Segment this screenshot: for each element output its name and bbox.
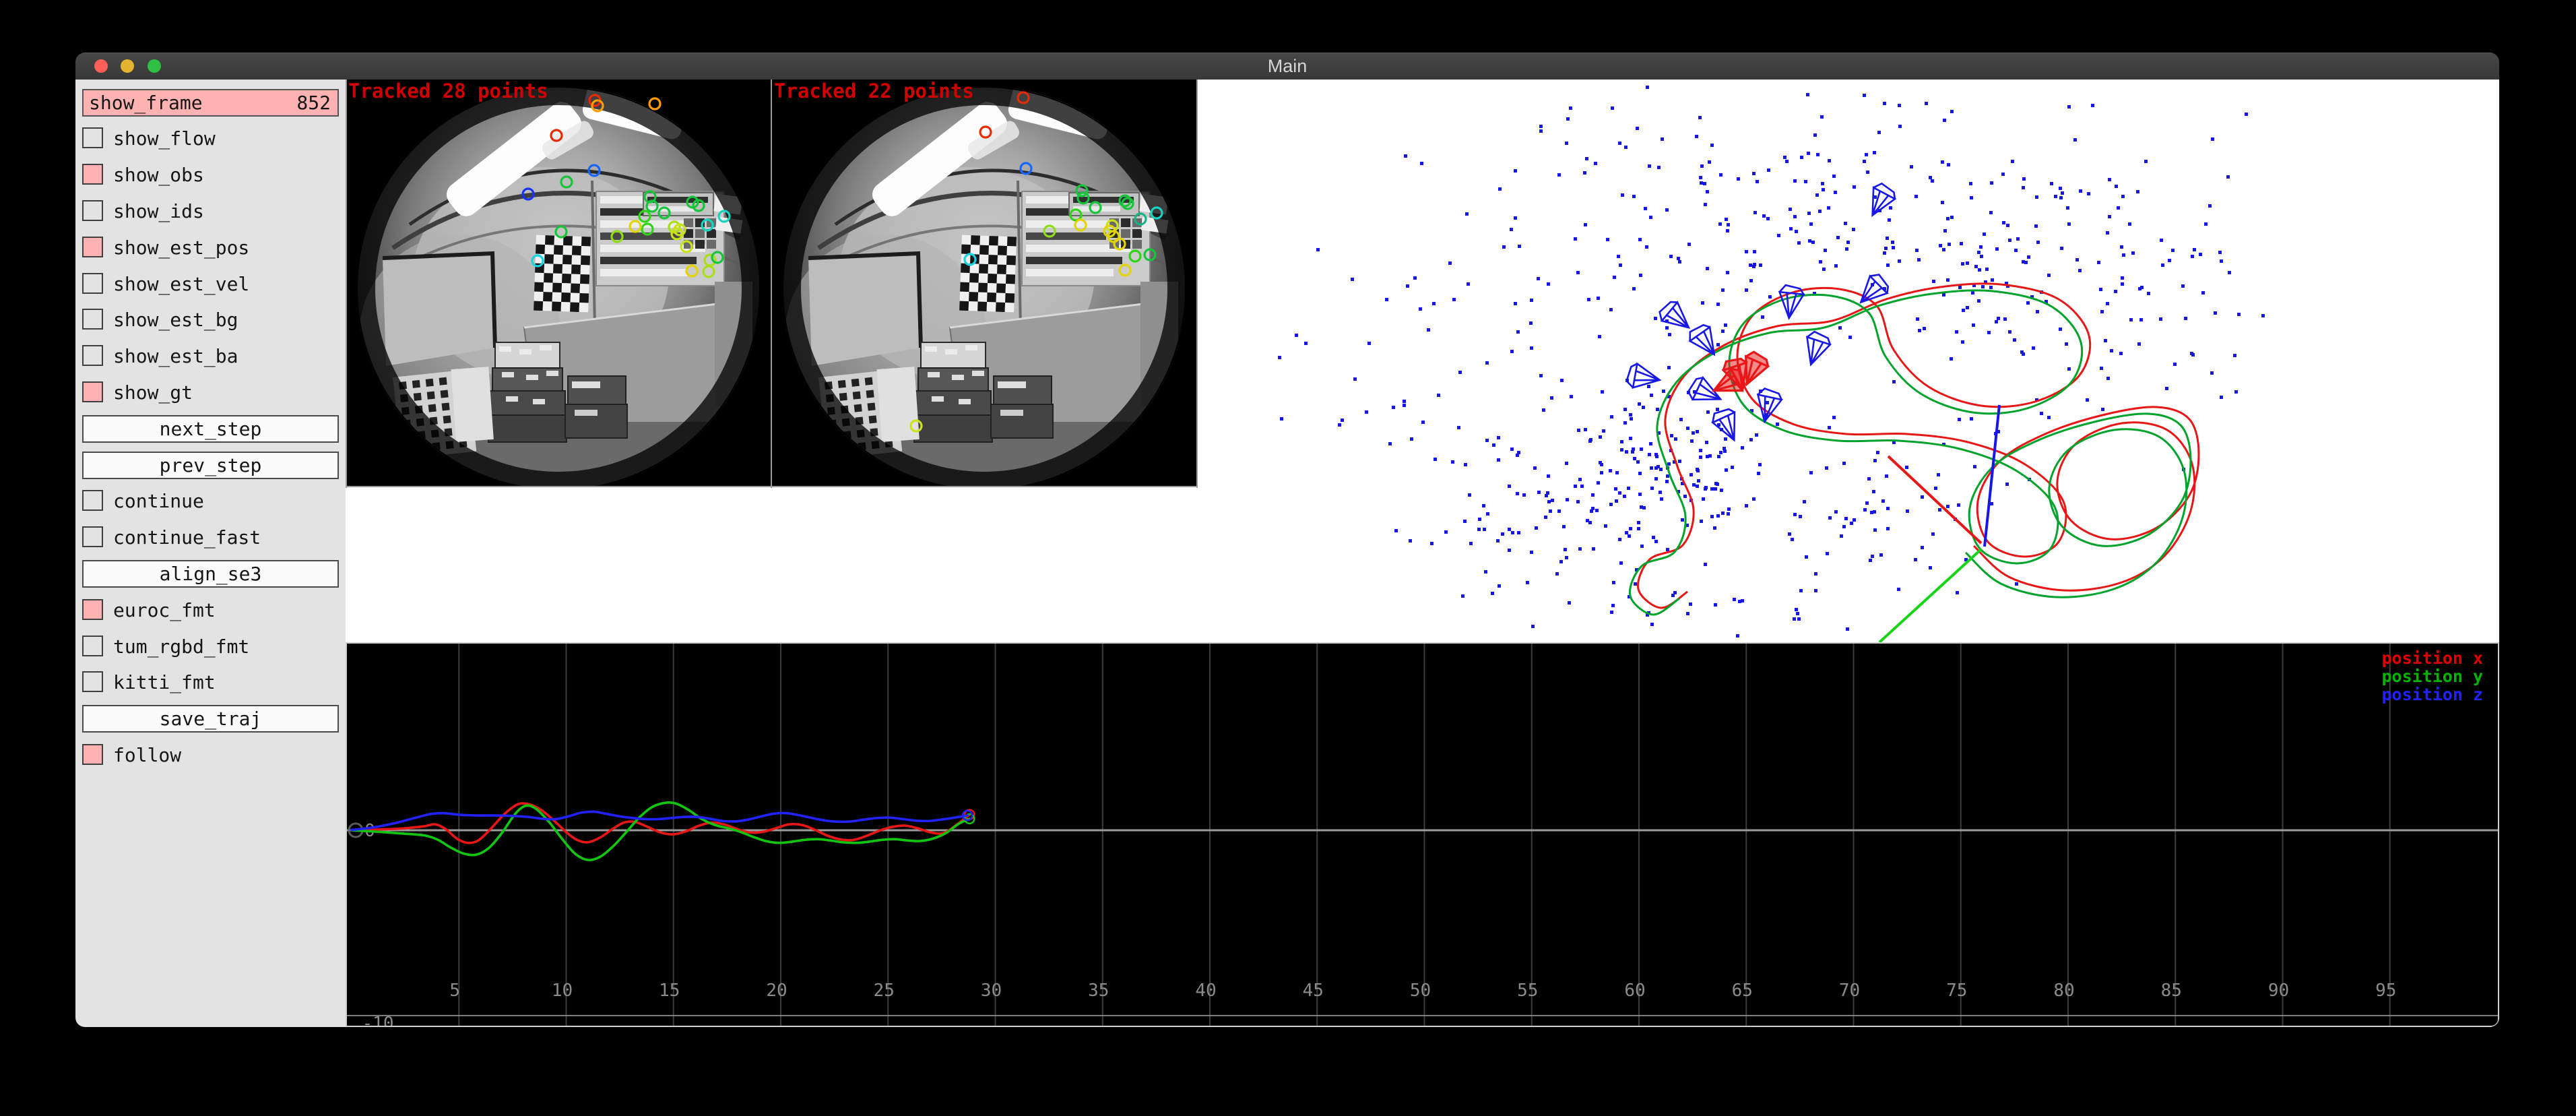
checkbox-label: show_flow bbox=[113, 127, 216, 150]
traffic-light-zoom-button[interactable] bbox=[148, 59, 161, 73]
x-tick-label: 20 bbox=[766, 981, 787, 1001]
tracked-points-label: Tracked 28 points bbox=[348, 80, 548, 102]
plot-legend: position xposition yposition z bbox=[2381, 649, 2483, 704]
x-tick-label: 70 bbox=[1839, 981, 1860, 1001]
camera-panel-border bbox=[771, 80, 772, 488]
x-tick-label: 40 bbox=[1195, 981, 1216, 1001]
align_se3-button[interactable]: align_se3 bbox=[82, 560, 339, 588]
save_traj-button[interactable]: save_traj bbox=[82, 705, 339, 733]
checkbox-show_ids[interactable] bbox=[82, 200, 103, 221]
titlebar[interactable]: Main bbox=[75, 53, 2499, 80]
checkerboard bbox=[959, 235, 1017, 313]
camera-panel-border bbox=[346, 486, 1198, 487]
slider-value: 852 bbox=[296, 90, 331, 115]
plot-canvas: 51015202530354045505560657075808590950-1… bbox=[347, 644, 2498, 1026]
checkbox-label: continue bbox=[113, 490, 204, 512]
x-tick-label: 50 bbox=[1410, 981, 1431, 1001]
series-position-x bbox=[352, 803, 969, 843]
tracked-points-label: Tracked 22 points bbox=[774, 80, 974, 102]
legend-item: position x bbox=[2381, 649, 2483, 667]
checkbox-label: euroc_fmt bbox=[113, 599, 216, 621]
camera-view-left[interactable]: Tracked 28 points bbox=[346, 80, 771, 487]
checkbox-euroc_fmt[interactable] bbox=[82, 599, 103, 620]
position-plot[interactable]: 51015202530354045505560657075808590950-1… bbox=[346, 642, 2499, 1027]
x-tick-label: 10 bbox=[552, 981, 573, 1001]
checkbox-label: show_ids bbox=[113, 200, 204, 222]
checkbox-label: show_est_bg bbox=[113, 309, 238, 331]
window-title: Main bbox=[75, 53, 2499, 80]
x-tick-label: 30 bbox=[981, 981, 1002, 1001]
gl-viewport[interactable]: Tracked 28 points Tracked 22 points 5 10 1… bbox=[346, 80, 2499, 1027]
checkbox-show_flow[interactable] bbox=[82, 127, 103, 148]
traffic-light-minimize-button[interactable] bbox=[121, 59, 134, 73]
checkbox-show_gt[interactable] bbox=[82, 381, 103, 402]
x-tick-label: 35 bbox=[1088, 981, 1109, 1001]
x-tick-label: 5 bbox=[449, 981, 460, 1001]
x-tick-label: 45 bbox=[1303, 981, 1324, 1001]
checkbox-show_est_bg[interactable] bbox=[82, 309, 103, 330]
next_step-button[interactable]: next_step bbox=[82, 415, 339, 443]
checkbox-follow[interactable] bbox=[82, 744, 103, 765]
checkbox-continue_fast[interactable] bbox=[82, 526, 103, 547]
checkbox-show_obs[interactable] bbox=[82, 164, 103, 185]
map-3d-view[interactable] bbox=[1206, 80, 2499, 642]
x-tick-label: 95 bbox=[2375, 981, 2396, 1001]
show_frame-slider[interactable]: show_frame 852 bbox=[82, 89, 339, 117]
checkbox-kitti_fmt[interactable] bbox=[82, 671, 103, 692]
checkbox-label: show_est_ba bbox=[113, 345, 238, 367]
x-tick-label: 80 bbox=[2053, 981, 2074, 1001]
x-tick-label: 85 bbox=[2161, 981, 2182, 1001]
checkbox-tum_rgbd_fmt[interactable] bbox=[82, 636, 103, 656]
checkbox-label: show_est_vel bbox=[113, 273, 249, 295]
checkbox-label: show_est_pos bbox=[113, 237, 249, 259]
checkbox-show_est_vel[interactable] bbox=[82, 273, 103, 294]
legend-item: position z bbox=[2381, 685, 2483, 704]
slider-label: show_frame bbox=[89, 90, 203, 115]
checkbox-label: follow bbox=[113, 744, 181, 766]
x-tick-label: 25 bbox=[874, 981, 895, 1001]
checkbox-show_est_pos[interactable] bbox=[82, 237, 103, 257]
control-sidebar: show_frame852show_flowshow_obsshow_idssh… bbox=[75, 80, 346, 1027]
checkerboard bbox=[534, 235, 591, 313]
x-tick-label: 65 bbox=[1732, 981, 1753, 1001]
camera-panel-border bbox=[1196, 80, 1198, 488]
checkbox-label: kitti_fmt bbox=[113, 671, 216, 693]
camera-panel-border bbox=[346, 80, 347, 488]
checkbox-show_est_ba[interactable] bbox=[82, 345, 103, 366]
checkbox-label: continue_fast bbox=[113, 526, 261, 549]
camera-view-right[interactable]: Tracked 22 points bbox=[771, 80, 1197, 487]
legend-item: position y bbox=[2381, 667, 2483, 685]
x-tick-label: 15 bbox=[659, 981, 680, 1001]
prev_step-button[interactable]: prev_step bbox=[82, 452, 339, 479]
checkbox-label: tum_rgbd_fmt bbox=[113, 636, 249, 658]
y-tick-label: -10 bbox=[362, 1014, 394, 1026]
checkbox-label: show_obs bbox=[113, 164, 204, 186]
app-window: Main show_frame852show_flowshow_obsshow_… bbox=[75, 53, 2499, 1027]
checkbox-label: show_gt bbox=[113, 381, 193, 404]
x-tick-label: 55 bbox=[1517, 981, 1538, 1001]
x-tick-label: 90 bbox=[2268, 981, 2289, 1001]
desktop: Main show_frame852show_flowshow_obsshow_… bbox=[0, 0, 2576, 1116]
traffic-light-close-button[interactable] bbox=[94, 59, 108, 73]
x-tick-label: 75 bbox=[1946, 981, 1967, 1001]
x-tick-label: 60 bbox=[1624, 981, 1645, 1001]
checkbox-continue[interactable] bbox=[82, 490, 103, 511]
